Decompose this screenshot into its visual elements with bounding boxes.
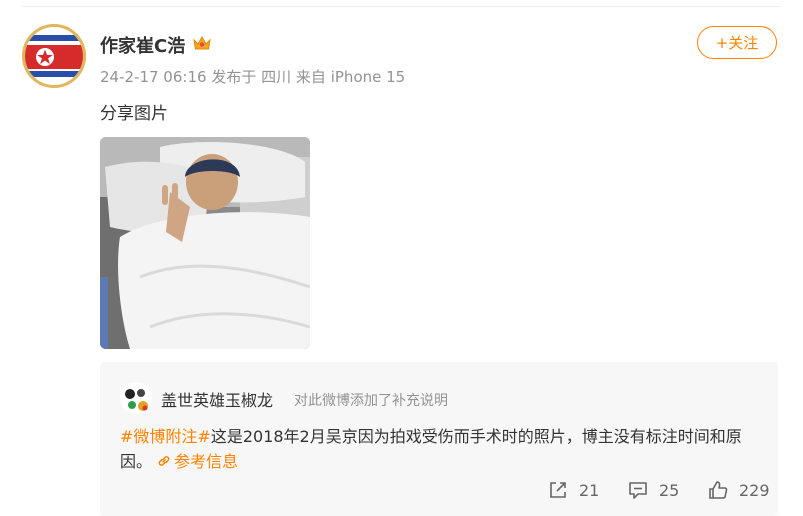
comment-count: 25 [659,480,680,500]
thumbs-up-icon [709,481,728,499]
post-device: iPhone 15 [330,68,406,86]
author-name[interactable]: 作家崔C浩 [100,32,185,58]
comment-button[interactable]: 25 [627,479,707,501]
post-photo[interactable] [100,137,310,349]
reference-link-label: 参考信息 [174,452,239,471]
repost-button[interactable]: 21 [547,479,627,501]
note-body: #微博附注#这是2018年2月吴京因为拍戏受伤而手术时的照片，博主没有标注时间和… [120,424,760,474]
post-text: 分享图片 [100,104,168,124]
note-description: 对此微博添加了补充说明 [294,393,448,409]
post-location: 四川 [261,68,292,86]
note-hashtag[interactable]: #微博附注# [120,427,211,446]
location-prefix: 发布于 [211,68,257,86]
note-box: 盖世英雄玉椒龙 对此微博添加了补充说明 #微博附注#这是2018年2月吴京因为拍… [100,362,778,516]
crown-icon [192,34,212,52]
post-meta: 24-2-17 06:16 发布于 四川 来自 iPhone 15 [100,66,405,87]
note-author-avatar[interactable] [120,382,152,414]
follow-button[interactable]: +关注 [697,26,777,59]
source-prefix: 来自 [295,68,326,86]
post-date[interactable]: 24-2-17 06:16 [100,68,207,86]
author-avatar[interactable] [22,24,86,88]
reference-link[interactable]: 参考信息 [157,452,238,471]
link-icon [157,450,171,466]
note-author-name[interactable]: 盖世英雄玉椒龙 [161,387,273,411]
follow-label: +关注 [715,34,759,52]
comment-icon [629,482,647,499]
share-icon [550,482,566,498]
like-button[interactable]: 229 [707,479,770,501]
top-divider [22,6,781,7]
repost-count: 21 [579,480,600,500]
like-count: 229 [739,480,770,500]
action-bar: 21 25 229 [547,478,770,502]
